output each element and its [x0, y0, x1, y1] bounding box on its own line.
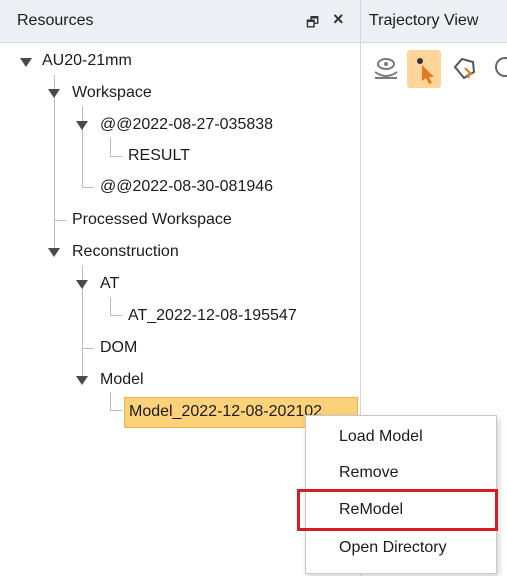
tree-line	[110, 156, 122, 157]
restore-window-icon[interactable]: 🗗	[306, 12, 319, 36]
polygon-select-icon[interactable]	[447, 50, 481, 88]
expand-arrow-icon[interactable]	[48, 248, 60, 257]
select-cursor-icon[interactable]	[407, 50, 441, 88]
remodel-highlight-box	[297, 489, 498, 531]
tree-line	[110, 410, 122, 411]
tree-line	[110, 392, 111, 411]
expand-arrow-icon[interactable]	[76, 121, 88, 130]
tab-trajectory-view-label: Trajectory View	[369, 12, 479, 29]
tree-item-workspace-1[interactable]: @@2022-08-27-035838	[100, 112, 273, 138]
tree-line	[110, 297, 111, 316]
tree-line	[110, 315, 122, 316]
tree-item-au20-21mm[interactable]: AU20-21mm	[42, 48, 132, 74]
menu-item-open-directory[interactable]: Open Directory	[339, 537, 447, 559]
tree-item-workspace[interactable]: Workspace	[72, 80, 152, 106]
menu-item-remove[interactable]: Remove	[339, 462, 399, 484]
resources-header: Resources 🗗 ×	[0, 0, 360, 43]
tree-line	[82, 187, 94, 188]
expand-arrow-icon[interactable]	[20, 58, 32, 67]
tree-item-result[interactable]: RESULT	[128, 143, 190, 169]
expand-arrow-icon[interactable]	[76, 376, 88, 385]
tree-item-at-result[interactable]: AT_2022-12-08-195547	[128, 303, 297, 329]
tree-item-processed-workspace[interactable]: Processed Workspace	[72, 207, 232, 233]
tree-item-model-result[interactable]: Model_2022-12-08-202102	[129, 399, 322, 425]
tree-line	[110, 138, 111, 157]
expand-arrow-icon[interactable]	[76, 280, 88, 289]
tab-trajectory-view[interactable]: Trajectory View	[361, 0, 507, 43]
tree-line	[82, 348, 94, 349]
menu-item-load-model[interactable]: Load Model	[339, 426, 423, 448]
close-icon[interactable]: ×	[333, 9, 344, 30]
tree-item-reconstruction[interactable]: Reconstruction	[72, 239, 179, 265]
track-icon[interactable]	[369, 50, 403, 88]
tree-item-workspace-2[interactable]: @@2022-08-30-081946	[100, 174, 273, 200]
expand-arrow-icon[interactable]	[48, 89, 60, 98]
resources-title: Resources	[17, 12, 94, 29]
trajectory-toolbar	[361, 50, 507, 96]
tree-item-dom[interactable]: DOM	[100, 335, 137, 361]
circle-tool-icon[interactable]	[489, 50, 507, 88]
tree-line	[82, 106, 83, 188]
tree-line	[54, 220, 66, 221]
tree-item-at[interactable]: AT	[100, 271, 119, 297]
tree-item-model[interactable]: Model	[100, 367, 144, 393]
